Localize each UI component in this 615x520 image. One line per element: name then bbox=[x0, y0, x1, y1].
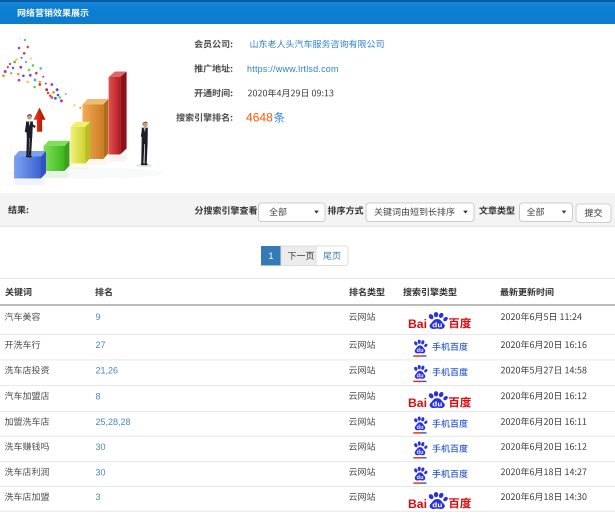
svg-text:https://www.lrtlsd.com: https://www.lrtlsd.com bbox=[247, 64, 339, 74]
svg-text:27: 27 bbox=[96, 340, 106, 350]
svg-text:25,28,28: 25,28,28 bbox=[96, 417, 131, 427]
svg-text:30: 30 bbox=[96, 467, 106, 477]
svg-text:Bai: Bai bbox=[408, 317, 427, 331]
svg-text:1: 1 bbox=[268, 251, 273, 261]
svg-text:Bai: Bai bbox=[408, 497, 427, 511]
svg-text:21,26: 21,26 bbox=[96, 366, 119, 376]
svg-text:9: 9 bbox=[96, 312, 101, 322]
svg-text:8: 8 bbox=[96, 391, 101, 401]
svg-text:Bai: Bai bbox=[408, 396, 427, 410]
svg-text:3: 3 bbox=[96, 492, 101, 502]
svg-text:30: 30 bbox=[96, 442, 106, 452]
svg-text:4648: 4648 bbox=[246, 111, 273, 125]
